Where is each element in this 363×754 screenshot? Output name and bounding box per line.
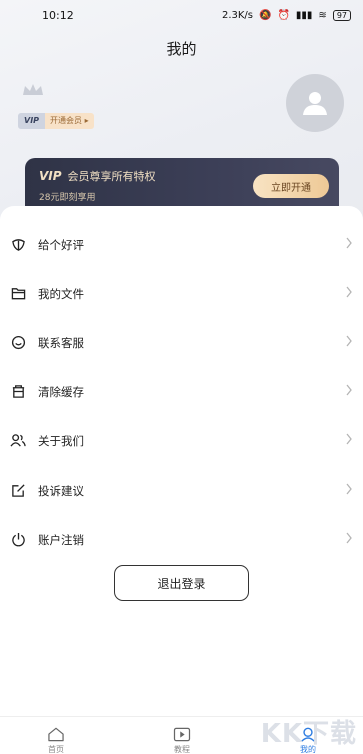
chevron-right-icon bbox=[346, 237, 352, 249]
vip-mark: VIP bbox=[39, 169, 62, 183]
chevron-right-icon bbox=[346, 483, 352, 495]
smile-chat-icon bbox=[10, 335, 26, 351]
menu-item-delete-account[interactable]: 账户注销 bbox=[0, 515, 363, 564]
menu-item-label: 关于我们 bbox=[38, 433, 84, 448]
network-speed: 2.3K/s bbox=[221, 9, 253, 21]
video-icon bbox=[173, 727, 191, 742]
logout-button[interactable]: 退出登录 bbox=[114, 565, 249, 601]
alarm-icon: ⏰ bbox=[277, 9, 290, 21]
menu-item-label: 给个好评 bbox=[38, 237, 84, 252]
menu-item-files[interactable]: 我的文件 bbox=[0, 269, 363, 318]
battery-icon: 97 bbox=[332, 9, 351, 21]
menu-item-support[interactable]: 联系客服 bbox=[0, 318, 363, 367]
users-icon bbox=[10, 433, 26, 449]
open-member-label: 开通会员 ▸ bbox=[45, 113, 94, 129]
chevron-right-icon bbox=[346, 286, 352, 298]
page-title: 我的 bbox=[166, 40, 197, 58]
status-icons: 2.3K/s 🔕 ⏰ ▮▮▮ ≋ 97 bbox=[221, 9, 351, 21]
menu-item-rate[interactable]: 给个好评 bbox=[0, 220, 363, 269]
menu-item-clear-cache[interactable]: 清除缓存 bbox=[0, 367, 363, 416]
signal-icon: ▮▮▮ bbox=[295, 9, 313, 21]
status-bar: 10:12 2.3K/s 🔕 ⏰ ▮▮▮ ≋ 97 bbox=[0, 0, 363, 30]
crown-icon bbox=[23, 84, 43, 95]
tab-label: 首页 bbox=[48, 745, 64, 754]
menu-item-about[interactable]: 关于我们 bbox=[0, 416, 363, 465]
chevron-right-icon bbox=[346, 532, 352, 544]
chevron-right-icon bbox=[346, 384, 352, 396]
menu-item-label: 联系客服 bbox=[38, 335, 84, 350]
menu-item-label: 我的文件 bbox=[38, 286, 84, 301]
edit-icon bbox=[10, 483, 26, 499]
home-icon bbox=[48, 727, 64, 742]
folder-icon bbox=[10, 286, 26, 302]
open-member-tag[interactable]: VIP 开通会员 ▸ bbox=[18, 113, 94, 129]
user-avatar-icon bbox=[303, 92, 327, 115]
menu-item-label: 账户注销 bbox=[38, 532, 84, 547]
vip-badge: VIP bbox=[18, 113, 46, 129]
open-vip-button[interactable]: 立即开通 bbox=[253, 174, 329, 198]
mute-icon: 🔕 bbox=[259, 9, 272, 21]
menu-item-feedback[interactable]: 投诉建议 bbox=[0, 466, 363, 515]
chevron-right-icon bbox=[346, 433, 352, 445]
watermark: KK下载 bbox=[260, 719, 357, 749]
tab-label: 教程 bbox=[174, 745, 190, 754]
menu-item-label: 清除缓存 bbox=[38, 384, 84, 399]
vip-card-title: 会员尊享所有特权 bbox=[67, 170, 156, 183]
avatar[interactable] bbox=[286, 74, 344, 132]
menu-item-label: 投诉建议 bbox=[38, 483, 84, 498]
tab-tutorial[interactable]: 教程 bbox=[170, 727, 194, 754]
chevron-right-icon bbox=[346, 335, 352, 347]
flower-rate-icon bbox=[10, 237, 26, 253]
trash-bin-icon bbox=[10, 384, 26, 400]
status-time: 10:12 bbox=[42, 8, 74, 22]
wifi-icon: ≋ bbox=[318, 9, 327, 21]
power-icon bbox=[10, 532, 26, 548]
tab-home[interactable]: 首页 bbox=[44, 727, 68, 754]
